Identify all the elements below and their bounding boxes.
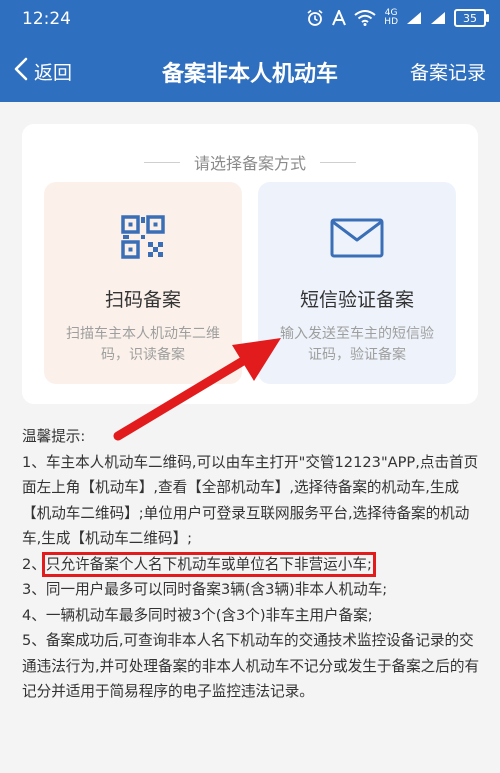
tip-item-5: 5、备案成功后,可查询非本人名下机动车的交通技术监控设备记录的交通违法行为,并可… [22,632,480,700]
battery-icon: 35 [454,9,489,27]
hd-signal-icon: 4G HD [384,9,398,27]
nav-bar: 返回 备案非本人机动车 备案记录 [0,40,500,102]
sms-filing-title: 短信验证备案 [299,289,414,311]
accessibility-a-icon [332,10,347,26]
records-button[interactable]: 备案记录 [410,58,486,85]
filing-method-card: 请选择备案方式 扫码备案 扫描车主本人机动车二维码，识读备案 短信验证备案 输入… [22,124,478,404]
tip-item-4: 4、一辆机动车最多同时被3个(含3个)非车主用户备案; [22,606,373,624]
card-title: 请选择备案方式 [193,154,306,173]
signal-icon-2 [430,11,446,25]
battery-level: 35 [463,11,477,25]
tips-section: 温馨提示: 1、车主本人机动车二维码,可以由车主打开"交管12123"APP,点… [22,424,482,705]
card-title-row: 请选择备案方式 [22,150,478,174]
qr-code-icon [44,214,242,260]
status-bar: 12:24 4G HD 35 [0,0,500,40]
tip-item-3: 3、同一用户最多可以同时备案3辆(含3辆)非本人机动车; [22,581,388,598]
status-icons: 4G HD 35 [306,9,489,27]
envelope-icon [258,214,456,258]
hd-label: HD [384,17,398,27]
tips-heading: 温馨提示: [22,428,86,445]
divider-left [143,161,180,163]
signal-icon-1 [406,11,422,25]
scan-filing-desc: 扫描车主本人机动车二维码，识读备案 [66,326,220,363]
divider-right [320,161,356,163]
tip-item-2-highlight: 只允许备案个人名下机动车或单位名下非营运小车; [41,551,376,577]
tip-item-2-prefix: 2、 [22,555,46,573]
scan-filing-title: 扫码备案 [104,289,181,311]
sms-filing-option[interactable]: 短信验证备案 输入发送至车主的短信验证码，验证备案 [258,182,456,384]
scan-filing-option[interactable]: 扫码备案 扫描车主本人机动车二维码，识读备案 [44,182,242,384]
status-time: 12:24 [22,9,71,29]
sms-filing-desc: 输入发送至车主的短信验证码，验证备案 [280,326,434,363]
tip-item-1: 1、车主本人机动车二维码,可以由车主打开"交管12123"APP,点击首页面左上… [22,453,479,548]
alarm-icon [306,9,324,27]
wifi-icon [354,10,376,26]
tip-item-2: 2、只允许备案个人名下机动车或单位名下非营运小车; [22,551,482,578]
